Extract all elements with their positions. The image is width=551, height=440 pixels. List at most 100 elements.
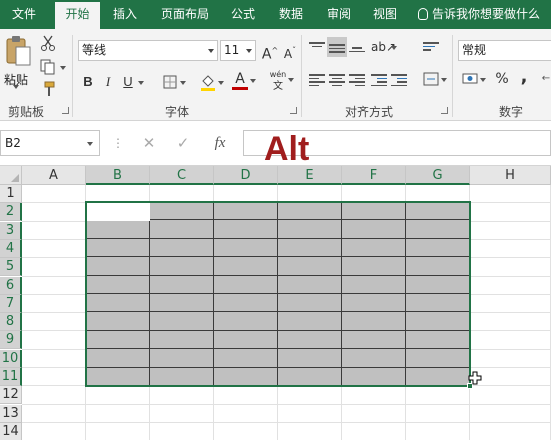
tab-insert[interactable]: 插入	[104, 0, 146, 29]
phonetic-button[interactable]: wén 文	[268, 69, 294, 92]
number-format-combo[interactable]: 常规	[458, 40, 551, 61]
decrease-indent-icon	[371, 72, 387, 88]
tab-file[interactable]: 文件	[0, 0, 48, 29]
align-middle-button[interactable]	[327, 37, 347, 57]
ribbon-separator	[301, 35, 302, 117]
column-header-f[interactable]: F	[342, 166, 406, 185]
row-header-6[interactable]: 6	[0, 276, 22, 295]
copy-icon[interactable]	[40, 59, 56, 75]
format-painter-icon[interactable]	[40, 81, 56, 97]
insert-function-button[interactable]: fx	[206, 131, 234, 155]
select-all-button[interactable]	[0, 166, 22, 185]
fill-bucket-icon	[201, 75, 215, 91]
grow-font-button[interactable]: A^	[260, 41, 280, 63]
borders-button[interactable]	[160, 72, 186, 92]
row-header-8[interactable]: 8	[0, 313, 22, 332]
row-header-4[interactable]: 4	[0, 239, 22, 258]
tab-data[interactable]: 数据	[270, 0, 312, 29]
paste-button[interactable]: 粘贴	[4, 35, 34, 93]
row-header-10[interactable]: 10	[0, 349, 22, 368]
column-header-a[interactable]: A	[22, 166, 86, 185]
ribbon-home: 粘贴 剪贴板 等线 11 A^ Aˇ B I U A wén 文 字体 ab↗	[0, 29, 551, 121]
comma-style-button[interactable]: ,	[514, 67, 534, 87]
column-header-c[interactable]: C	[150, 166, 214, 185]
shrink-font-icon: A	[283, 47, 293, 61]
italic-button[interactable]: I	[98, 72, 118, 92]
grow-font-icon: A	[261, 46, 272, 63]
font-launcher-icon[interactable]	[290, 107, 297, 114]
align-left-icon	[309, 72, 325, 88]
wrap-text-button[interactable]	[421, 37, 441, 57]
tab-page-layout[interactable]: 页面布局	[152, 0, 218, 29]
name-box[interactable]: B2	[0, 130, 100, 156]
increase-indent-button[interactable]	[389, 69, 409, 89]
increase-indent-icon	[391, 72, 407, 88]
increase-decimal-button[interactable]: ←	[536, 69, 551, 89]
phonetic-pinyin: wén	[269, 70, 287, 79]
lightbulb-icon	[418, 8, 428, 20]
align-center-button[interactable]	[327, 69, 347, 89]
tab-view[interactable]: 视图	[364, 0, 406, 29]
column-header-g[interactable]: G	[406, 166, 470, 185]
cancel-icon[interactable]: ✕	[138, 131, 160, 155]
font-name-combo[interactable]: 等线	[78, 40, 218, 61]
row-header-12[interactable]: 12	[0, 386, 22, 405]
percent-button[interactable]: %	[492, 69, 512, 89]
merge-center-button[interactable]	[421, 69, 447, 89]
chevron-down-icon	[208, 49, 214, 53]
align-right-button[interactable]	[347, 69, 367, 89]
decrease-indent-button[interactable]	[369, 69, 389, 89]
paste-dropdown-arrow-icon[interactable]	[13, 85, 19, 89]
tell-me-text: 告诉我你想要做什么	[432, 7, 541, 21]
orientation-button[interactable]: ab↗	[371, 37, 397, 57]
row-header-14[interactable]: 14	[0, 422, 22, 440]
underline-button[interactable]: U	[118, 72, 144, 92]
tell-me-search[interactable]: 告诉我你想要做什么	[418, 0, 540, 29]
align-middle-icon	[329, 42, 345, 55]
row-header-5[interactable]: 5	[0, 258, 22, 277]
row-header-3[interactable]: 3	[0, 221, 22, 240]
align-top-button[interactable]	[307, 37, 327, 57]
selection-border	[85, 201, 471, 387]
cut-icon[interactable]	[40, 35, 56, 51]
row-header-2[interactable]: 2	[0, 203, 22, 222]
fill-color-button[interactable]	[198, 72, 224, 92]
column-header-h[interactable]: H	[470, 166, 551, 185]
enter-icon[interactable]: ✓	[172, 131, 194, 155]
worksheet-grid[interactable]: ABCDEFGH 1 2 3 4 5 6 7 8 9 10 11 12 13 14	[0, 166, 551, 440]
row-header-13[interactable]: 13	[0, 404, 22, 423]
currency-button[interactable]	[460, 69, 486, 89]
row-header-9[interactable]: 9	[0, 331, 22, 350]
name-box-value: B2	[5, 136, 21, 150]
clipboard-launcher-icon[interactable]	[62, 107, 69, 114]
font-color-button[interactable]: A	[230, 70, 256, 90]
alignment-group-label: 对齐方式	[345, 105, 394, 119]
align-bottom-icon	[349, 45, 365, 54]
font-size-value: 11	[224, 43, 240, 57]
tab-review[interactable]: 审阅	[318, 0, 360, 29]
alignment-launcher-icon[interactable]	[441, 107, 448, 114]
row-header-7[interactable]: 7	[0, 294, 22, 313]
keystroke-overlay: Alt	[264, 130, 310, 168]
align-top-icon	[309, 40, 325, 49]
row-header-1[interactable]: 1	[0, 185, 22, 203]
wrap-text-icon	[423, 40, 439, 53]
shrink-font-button[interactable]: Aˇ	[280, 41, 300, 61]
column-header-b[interactable]: B	[86, 166, 150, 185]
align-bottom-button[interactable]	[347, 37, 367, 57]
column-header-e[interactable]: E	[278, 166, 342, 185]
align-right-icon	[349, 72, 365, 88]
copy-dropdown-arrow-icon[interactable]	[60, 66, 66, 70]
row-header-11[interactable]: 11	[0, 368, 22, 386]
font-size-combo[interactable]: 11	[220, 40, 256, 61]
tab-home[interactable]: 开始	[55, 2, 100, 29]
tab-formulas[interactable]: 公式	[222, 0, 264, 29]
align-left-button[interactable]	[307, 69, 327, 89]
currency-icon	[462, 73, 478, 84]
font-group-label: 字体	[165, 105, 190, 119]
ribbon-separator	[452, 35, 453, 117]
row-gridline	[22, 421, 551, 423]
column-header-d[interactable]: D	[214, 166, 278, 185]
bold-button[interactable]: B	[78, 72, 98, 92]
merge-cells-icon	[423, 72, 439, 86]
